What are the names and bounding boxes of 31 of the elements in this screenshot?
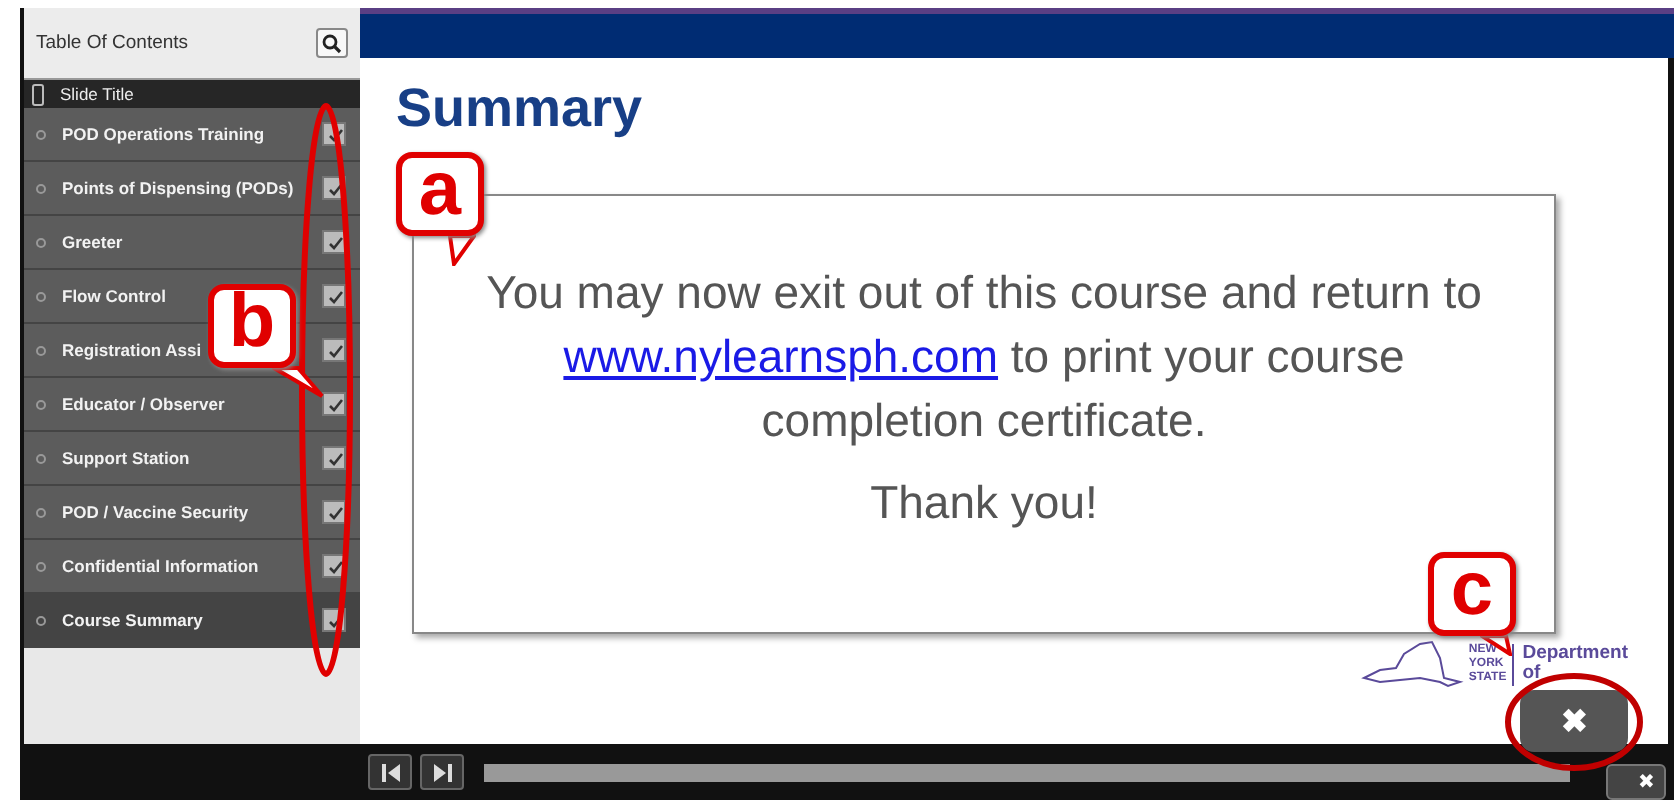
toc-item[interactable]: Course Summary bbox=[24, 594, 360, 648]
message: You may now exit out of this course and return to www.nylearnsph.com to print your course completion certificate. bbox=[484, 264, 1484, 450]
search-icon bbox=[322, 33, 342, 53]
slide-title: Summary bbox=[396, 78, 645, 140]
toc-item[interactable]: Confidential Information bbox=[24, 540, 360, 594]
callout-pointer bbox=[444, 234, 476, 266]
department-text: of bbox=[1522, 664, 1543, 684]
state-map-icon bbox=[1360, 638, 1465, 690]
thank-you-text: Thank you! bbox=[868, 476, 1100, 530]
department-text: Department bbox=[1522, 644, 1628, 664]
close-button[interactable]: ✖ bbox=[1606, 764, 1666, 800]
callout-tooltip: c bbox=[1428, 552, 1516, 636]
toc-item[interactable]: POD / Vaccine Security bbox=[24, 486, 360, 540]
toc-title: Table Of Contents bbox=[36, 32, 189, 54]
toc-item[interactable]: Educator / Observer bbox=[24, 378, 360, 432]
toc-item[interactable]: Support Station bbox=[24, 432, 360, 486]
slide-icon bbox=[32, 83, 44, 105]
close-button[interactable]: ✖ bbox=[1520, 690, 1628, 752]
search-button[interactable] bbox=[316, 28, 348, 58]
next-button[interactable] bbox=[420, 754, 464, 790]
previous-button[interactable] bbox=[368, 754, 412, 790]
skip-back-icon bbox=[381, 763, 399, 781]
toc-item[interactable]: POD Operations Training bbox=[24, 108, 360, 162]
callout-tooltip: b bbox=[208, 284, 296, 368]
column-title: Slide Title bbox=[60, 84, 134, 104]
toc-item[interactable]: Points of Dispensing (PODs) bbox=[24, 162, 360, 216]
link[interactable]: www.nylearnsph.com bbox=[563, 330, 999, 382]
skip-forward-icon bbox=[433, 763, 451, 781]
callout-pointer bbox=[272, 366, 324, 398]
toc-item[interactable]: Greeter bbox=[24, 216, 360, 270]
callout-tooltip: a bbox=[396, 152, 484, 236]
